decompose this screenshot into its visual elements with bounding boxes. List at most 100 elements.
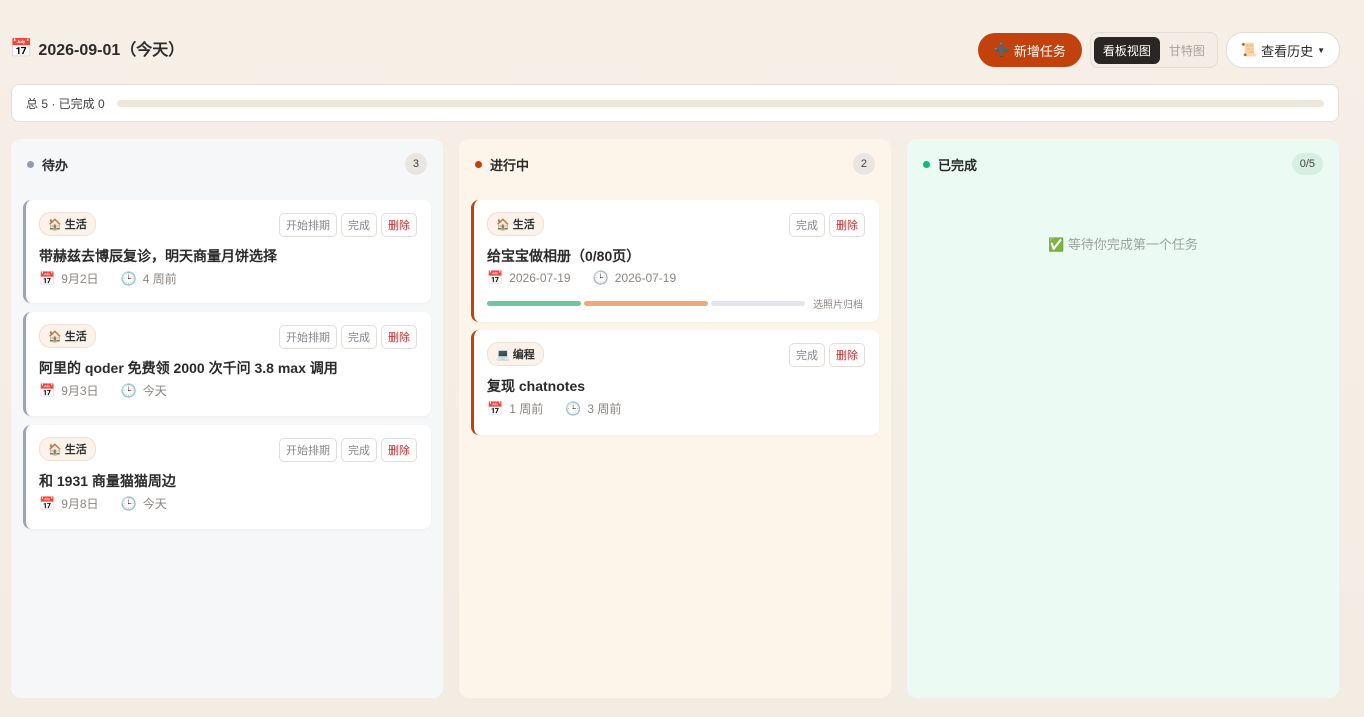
created-age: 4 周前: [142, 272, 177, 286]
column-done: 已完成 0/5 ✅ 等待你完成第一个任务: [907, 139, 1339, 698]
top-bar: 📅 2026-09-01（今天） ➕ 新增任务 看板视图 甘特图 📜 查看历史 …: [10, 30, 1340, 68]
category-tag: 🏠 生活: [39, 324, 96, 348]
due-date: 1 周前: [509, 402, 544, 416]
progress-summary: 总 5 · 已完成 0: [26, 96, 105, 111]
card-actions: 开始排期 完成 删除: [279, 438, 417, 462]
progress-bar: [116, 99, 1324, 107]
card-actions: 完成 删除: [789, 213, 865, 237]
start-date: 2026-07-19: [509, 271, 571, 285]
new-task-label: 新增任务: [1013, 43, 1066, 59]
status-dot: [27, 160, 34, 168]
calendar-icon: 📅: [39, 382, 56, 398]
column-title: 待办: [42, 157, 69, 173]
complete-button[interactable]: 完成: [789, 343, 825, 367]
task-meta: 📅 9月2日 🕒 4 周前: [39, 270, 177, 287]
created-age: 今天: [142, 497, 167, 511]
task-card[interactable]: 🏠 生活 完成 删除 给宝宝做相册（0/80页） 📅 2026-07-19 🕒 202…: [471, 200, 879, 322]
start-schedule-button[interactable]: 开始排期: [279, 438, 337, 462]
task-meta: 📅 9月8日 🕒 今天: [39, 495, 167, 512]
delete-button[interactable]: 删除: [829, 343, 865, 367]
count-badge: 0/5: [1291, 153, 1323, 175]
start-schedule-button[interactable]: 开始排期: [279, 213, 337, 237]
clock-icon: 🕒: [120, 270, 137, 286]
column-in-progress: 进行中 2 🏠 生活 完成 删除 给宝宝做相册（0/80页） 📅 2026-07-1…: [459, 139, 891, 698]
clock-icon: 🕒: [565, 400, 582, 416]
view-switch: 看板视图 甘特图: [1089, 32, 1218, 68]
start-schedule-button[interactable]: 开始排期: [279, 325, 337, 349]
check-mark-icon: ✅: [1048, 237, 1065, 252]
page-title: 📅 2026-09-01（今天）: [10, 36, 184, 60]
delete-button[interactable]: 删除: [381, 325, 417, 349]
view-history-label: 查看历史: [1261, 43, 1314, 59]
due-date: 9月8日: [61, 497, 99, 511]
new-task-button[interactable]: ➕ 新增任务: [977, 33, 1082, 67]
empty-state-text: 等待你完成第一个任务: [1067, 237, 1198, 252]
delete-button[interactable]: 删除: [829, 213, 865, 237]
task-title: 给宝宝做相册（0/80页）: [487, 248, 641, 264]
complete-button[interactable]: 完成: [341, 213, 377, 237]
empty-state: ✅ 等待你完成第一个任务: [907, 234, 1339, 253]
calendar-icon: 📅: [487, 400, 504, 416]
calendar-icon: 📅: [39, 495, 56, 511]
card-actions: 完成 删除: [789, 343, 865, 367]
category-label: 编程: [512, 349, 535, 361]
complete-button[interactable]: 完成: [341, 438, 377, 462]
task-card[interactable]: 🏠 生活 开始排期 完成 删除 带赫兹去博辰复诊，明天商量月饼选择 📅 9月2日 🕒…: [23, 200, 431, 303]
house-icon: 🏠: [496, 218, 510, 231]
task-card[interactable]: 💻 编程 完成 删除 复现 chatnotes 📅 1 周前 🕒 3 周前: [471, 330, 879, 435]
subtask-segment-pending: [711, 301, 805, 306]
status-dot: [475, 160, 482, 168]
category-label: 生活: [512, 219, 535, 231]
view-history-button[interactable]: 📜 查看历史 ▼: [1225, 32, 1340, 68]
chevron-down-icon: ▼: [1317, 45, 1325, 55]
column-header: 进行中 2: [475, 153, 875, 175]
header-actions: ➕ 新增任务 看板视图 甘特图 📜 查看历史 ▼: [977, 32, 1340, 68]
column-title: 已完成: [938, 157, 978, 173]
scroll-icon: 📜: [1240, 42, 1258, 57]
category-tag: 🏠 生活: [39, 212, 96, 236]
due-date: 9月2日: [61, 272, 99, 286]
column-header: 已完成 0/5: [923, 153, 1323, 175]
status-dot: [923, 160, 930, 168]
clock-icon: 🕒: [592, 270, 609, 285]
complete-button[interactable]: 完成: [341, 325, 377, 349]
delete-button[interactable]: 删除: [381, 438, 417, 462]
task-meta: 📅 1 周前 🕒 3 周前: [487, 400, 621, 417]
progress-panel: 总 5 · 已完成 0: [11, 84, 1339, 122]
end-date: 2026-07-19: [614, 271, 677, 285]
clock-icon: 🕒: [120, 495, 137, 511]
tab-kanban-view[interactable]: 看板视图: [1093, 36, 1160, 64]
calendar-icon: 📅: [10, 37, 33, 58]
column-header: 待办 3: [27, 153, 427, 175]
category-label: 生活: [64, 444, 87, 456]
house-icon: 🏠: [48, 218, 62, 231]
category-tag: 🏠 生活: [39, 437, 96, 461]
tab-gantt-view[interactable]: 甘特图: [1160, 37, 1214, 64]
task-meta: 📅 2026-07-19 🕒 2026-07-19: [487, 270, 676, 286]
count-badge: 2: [852, 153, 875, 175]
subtask-progress: 选照片归档: [487, 296, 865, 311]
task-title: 和 1931 商量猫猫周边: [39, 473, 176, 489]
card-actions: 开始排期 完成 删除: [279, 325, 417, 349]
subtask-segment-current: [584, 301, 708, 306]
subtask-label: 选照片归档: [813, 300, 863, 311]
task-card[interactable]: 🏠 生活 开始排期 完成 删除 和 1931 商量猫猫周边 📅 9月8日 🕒 今天: [23, 425, 431, 529]
house-icon: 🏠: [48, 330, 62, 343]
task-title: 阿里的 qoder 免费领 2000 次千问 3.8 max 调用: [39, 360, 338, 376]
created-age: 3 周前: [587, 402, 622, 416]
task-title: 带赫兹去博辰复诊，明天商量月饼选择: [39, 248, 277, 264]
subtask-segment-done: [487, 301, 581, 306]
calendar-icon: 📅: [39, 270, 56, 286]
category-tag: 💻 编程: [487, 342, 544, 366]
complete-button[interactable]: 完成: [789, 213, 825, 237]
card-actions: 开始排期 完成 删除: [279, 213, 417, 237]
clock-icon: 🕒: [120, 382, 137, 398]
plus-icon: ➕: [993, 42, 1010, 57]
count-badge: 3: [404, 153, 427, 175]
task-title: 复现 chatnotes: [487, 378, 586, 394]
delete-button[interactable]: 删除: [381, 213, 417, 237]
date-title-text: 2026-09-01（今天）: [38, 42, 185, 59]
laptop-icon: 💻: [496, 348, 510, 361]
task-card[interactable]: 🏠 生活 开始排期 完成 删除 阿里的 qoder 免费领 2000 次千问 3.…: [23, 312, 431, 416]
calendar-icon: 📅: [487, 270, 504, 285]
